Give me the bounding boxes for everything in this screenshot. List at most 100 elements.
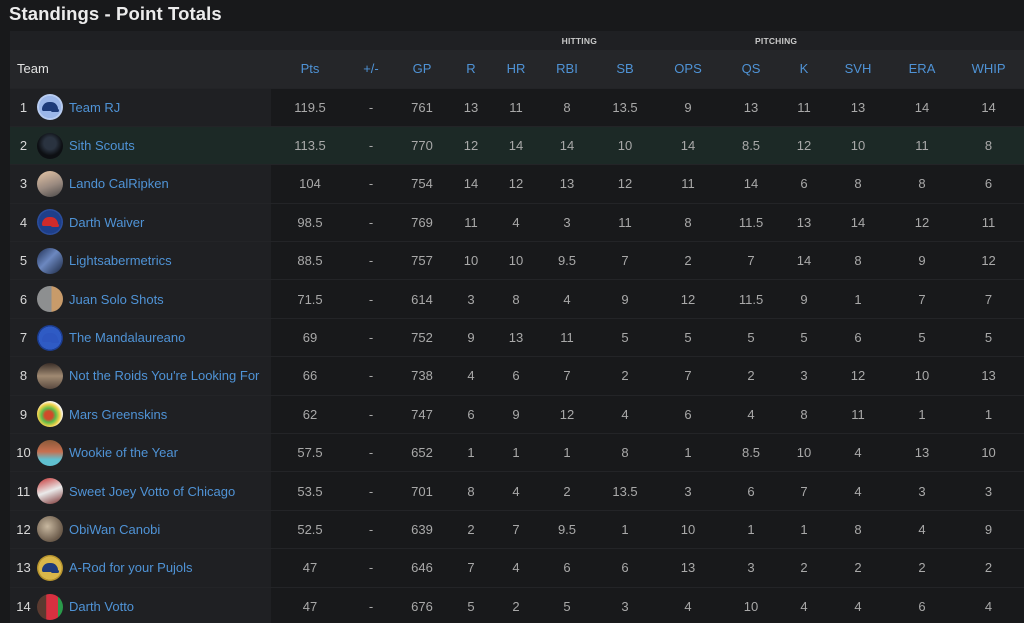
hr-value: 8 [491,279,541,319]
whip-value: 2 [953,548,1024,588]
lightsaber-photo-icon[interactable] [37,247,63,274]
table-row: 9 Mars Greenskins 62 - 747 6 9 12 4 6 4 … [10,395,1024,434]
team-name-link[interactable]: Sweet Joey Votto of Chicago [69,484,235,499]
cap-red-icon[interactable] [37,209,63,236]
cap-royal-icon[interactable] [37,324,63,351]
table-row: 11 Sweet Joey Votto of Chicago 53.5 - 70… [10,471,1024,511]
rank: 10 [16,445,31,461]
standings-body: 1 Team RJ 119.5 - 761 13 11 8 13.5 9 13 … [10,88,1024,623]
change-value: - [349,279,393,319]
team-name-link[interactable]: A-Rod for your Pujols [69,560,193,575]
cap-blue-icon[interactable] [37,94,63,121]
era-value: 3 [891,471,954,511]
change-value: - [349,356,393,396]
team-name-link[interactable]: Team RJ [69,100,120,115]
sb-value: 3 [593,587,658,623]
k-value: 7 [783,471,826,511]
hr-value: 9 [491,395,541,434]
k-value: 10 [783,433,826,472]
era-value: 2 [891,548,954,588]
rank: 4 [19,214,28,230]
ops-value: 10 [657,510,720,549]
team-name-link[interactable]: Mars Greenskins [69,407,167,422]
team-name-link[interactable]: Darth Votto [69,599,134,614]
column-header-k[interactable]: K [783,50,826,88]
era-value: 5 [891,318,954,357]
column-header-team[interactable]: Team [10,50,271,88]
card-photo-icon[interactable] [37,593,63,620]
column-header-svh[interactable]: SVH [825,50,892,88]
r-value: 11 [451,203,491,242]
table-row: 6 Juan Solo Shots 71.5 - 614 3 8 4 9 12 … [10,279,1024,319]
svh-value: 4 [825,433,892,472]
team-cell: 9 Mars Greenskins [10,395,271,434]
rank: 13 [16,560,31,576]
pts-value: 53.5 [271,471,349,511]
column-header-era[interactable]: ERA [891,50,954,88]
hr-value: 7 [491,510,541,549]
player-photo-icon[interactable] [37,478,63,505]
ops-value: 14 [657,126,720,165]
svh-value: 6 [825,318,892,357]
column-header-r[interactable]: R [451,50,491,88]
team-name-link[interactable]: Wookie of the Year [69,445,178,460]
column-header-change[interactable]: +/- [349,50,393,88]
whip-value: 13 [953,356,1024,396]
column-header-whip[interactable]: WHIP [953,50,1024,88]
column-header-qs[interactable]: QS [719,50,784,88]
group-header-spacer [271,31,349,50]
whip-value: 6 [953,164,1024,204]
team-name-link[interactable]: Lightsabermetrics [69,253,172,268]
team-name-link[interactable]: Darth Waiver [69,215,144,230]
svh-value: 11 [825,395,892,434]
team-name-link[interactable]: The Mandalaureano [69,330,185,345]
gp-value: 676 [393,587,451,623]
qs-value: 10 [719,587,784,623]
team-name-link[interactable]: Lando CalRipken [69,176,169,191]
whip-value: 7 [953,279,1024,319]
rank: 8 [19,368,28,384]
era-value: 8 [891,164,954,204]
svh-value: 10 [825,126,892,165]
r-value: 7 [451,548,491,588]
obiwan-photo-icon[interactable] [37,516,63,543]
sith-photo-icon[interactable] [37,132,63,159]
door-photo-icon[interactable] [37,286,63,313]
person-photo-icon[interactable] [37,170,63,197]
change-value: - [349,471,393,511]
pts-value: 104 [271,164,349,204]
era-value: 9 [891,241,954,280]
sb-value: 11 [593,203,658,242]
rank: 3 [19,176,28,192]
wookie-photo-icon[interactable] [37,439,63,466]
cap-gold-icon[interactable] [37,554,63,581]
team-name-link[interactable]: Not the Roids You're Looking For [69,368,259,383]
rbi-value: 2 [541,471,593,511]
team-name-link[interactable]: ObiWan Canobi [69,522,160,537]
team-name-link[interactable]: Sith Scouts [69,138,135,153]
column-header-ops[interactable]: OPS [657,50,720,88]
team-name-link[interactable]: Juan Solo Shots [69,292,164,307]
cartoon-photo-icon[interactable] [37,401,63,428]
k-value: 2 [783,548,826,588]
hr-value: 4 [491,548,541,588]
rbi-value: 9.5 [541,241,593,280]
svh-value: 1 [825,279,892,319]
column-header-hr[interactable]: HR [491,50,541,88]
svh-value: 4 [825,587,892,623]
pts-value: 47 [271,548,349,588]
ops-value: 6 [657,395,720,434]
page-title: Standings - Point Totals [9,3,222,24]
column-header-gp[interactable]: GP [393,50,451,88]
column-header-rbi[interactable]: RBI [541,50,593,88]
whip-value: 8 [953,126,1024,165]
group-header-spacer [349,31,393,50]
r-value: 14 [451,164,491,204]
k-value: 1 [783,510,826,549]
room-photo-icon[interactable] [37,362,63,389]
change-value: - [349,395,393,434]
column-header-sb[interactable]: SB [593,50,658,88]
column-header-pts[interactable]: Pts [271,50,349,88]
qs-value: 2 [719,356,784,396]
team-cell: 8 Not the Roids You're Looking For [10,356,271,396]
